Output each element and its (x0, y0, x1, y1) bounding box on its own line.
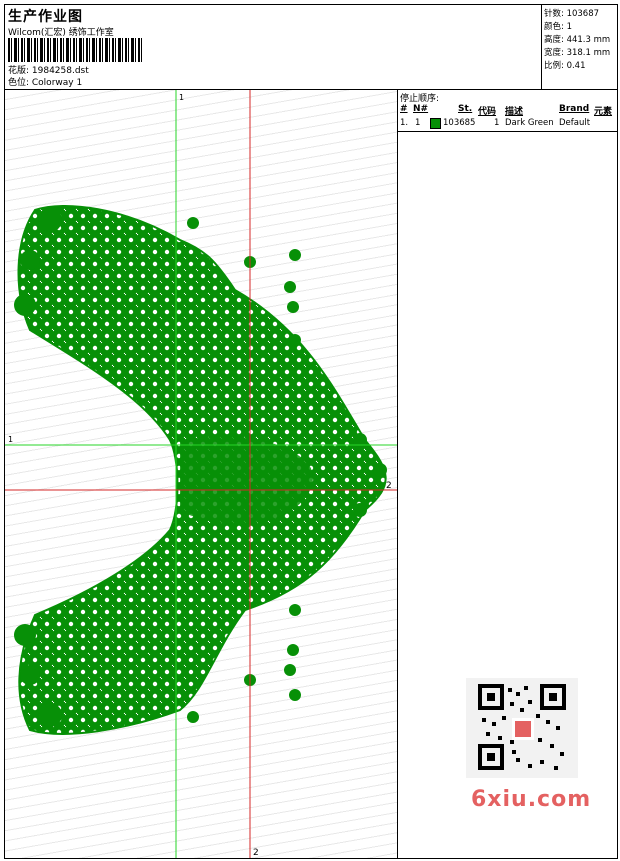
guide-label-bottom: 2 (253, 848, 259, 858)
col-desc: 描述 (505, 107, 524, 117)
header-panel: 生产作业图 Wilcom(汇宏) 绣饰工作室 花版: 1984258.dst 色… (5, 5, 542, 89)
row-desc: Dark Green (505, 118, 554, 128)
col-index: # (400, 104, 408, 114)
design-height: 高度: 441.3 mm (544, 35, 611, 45)
row-index: 1. (400, 118, 409, 128)
col-brand: Brand (559, 104, 590, 114)
legend-header: # N# St. 代码 描述 Brand 元素 (398, 102, 617, 117)
lace-collar (14, 205, 387, 735)
qr-code (466, 678, 578, 778)
row-n: 1 (415, 118, 421, 128)
row-st: 103685 (443, 118, 476, 128)
design-width: 宽度: 318.1 mm (544, 48, 611, 58)
col-n: N# (413, 104, 429, 114)
embroidery-design: 1 1 2 2 (5, 90, 397, 858)
stats-panel: 针数: 103687 颜色: 1 高度: 441.3 mm 宽度: 318.1 … (542, 5, 617, 89)
legend-divider (398, 131, 617, 132)
row-code: 1 (494, 118, 500, 128)
colorway: 色位: Colorway 1 (8, 78, 83, 88)
col-code: 代码 (478, 107, 497, 117)
thread-color-swatch (430, 118, 441, 129)
stitch-count: 针数: 103687 (544, 9, 600, 19)
barcode (8, 38, 144, 62)
guide-label-top: 1 (179, 93, 184, 102)
design-scale: 比例: 0.41 (544, 61, 586, 71)
col-st: St. (458, 104, 473, 114)
legend-row: 1. 1 103685 1 Dark Green Default (398, 117, 617, 130)
watermark-text: 6xiu.com (471, 787, 592, 812)
col-element: 元素 (594, 107, 613, 117)
guide-label-left: 1 (8, 435, 13, 444)
guide-label-right: 2 (386, 481, 392, 491)
design-preview: 1 1 2 2 (5, 90, 398, 858)
studio-name: Wilcom(汇宏) 绣饰工作室 (8, 28, 114, 38)
color-count: 颜色: 1 (544, 22, 572, 32)
sheet-title: 生产作业图 (8, 9, 83, 25)
row-brand: Default (559, 118, 591, 128)
